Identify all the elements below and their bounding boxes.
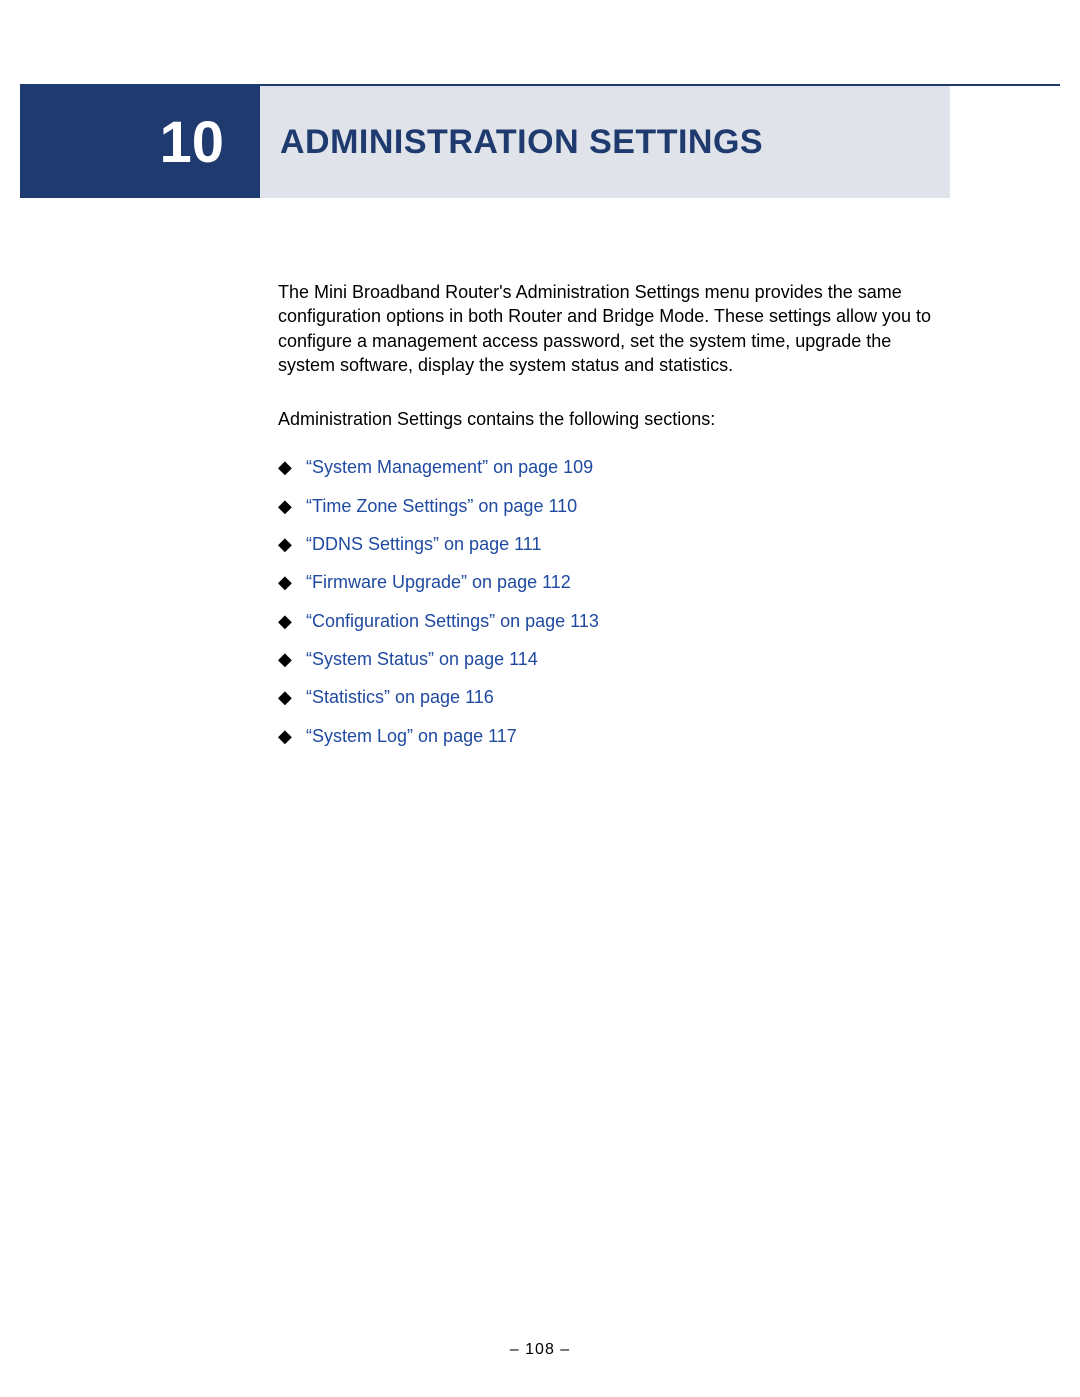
toc-item: ◆ “DDNS Settings” on page 111	[278, 532, 950, 556]
toc-item: ◆ “System Log” on page 117	[278, 724, 950, 748]
diamond-bullet-icon: ◆	[278, 647, 306, 671]
toc-item: ◆ “Configuration Settings” on page 113	[278, 609, 950, 633]
diamond-bullet-icon: ◆	[278, 724, 306, 748]
toc-link-configuration[interactable]: “Configuration Settings” on page 113	[306, 609, 599, 633]
diamond-bullet-icon: ◆	[278, 609, 306, 633]
diamond-bullet-icon: ◆	[278, 570, 306, 594]
body-text: The Mini Broadband Router's Administrati…	[278, 280, 950, 748]
toc-item: ◆ “Firmware Upgrade” on page 112	[278, 570, 950, 594]
diamond-bullet-icon: ◆	[278, 685, 306, 709]
diamond-bullet-icon: ◆	[278, 532, 306, 556]
toc-link-system-log[interactable]: “System Log” on page 117	[306, 724, 517, 748]
page-number: – 108 –	[0, 1341, 1080, 1359]
diamond-bullet-icon: ◆	[278, 455, 306, 479]
toc-link-firmware-upgrade[interactable]: “Firmware Upgrade” on page 112	[306, 570, 571, 594]
toc-link-statistics[interactable]: “Statistics” on page 116	[306, 685, 494, 709]
toc-item: ◆ “System Management” on page 109	[278, 455, 950, 479]
toc-link-time-zone[interactable]: “Time Zone Settings” on page 110	[306, 494, 577, 518]
toc-list: ◆ “System Management” on page 109 ◆ “Tim…	[278, 455, 950, 747]
toc-link-system-status[interactable]: “System Status” on page 114	[306, 647, 538, 671]
toc-item: ◆ “Time Zone Settings” on page 110	[278, 494, 950, 518]
toc-item: ◆ “System Status” on page 114	[278, 647, 950, 671]
chapter-number: 10	[20, 86, 260, 198]
toc-item: ◆ “Statistics” on page 116	[278, 685, 950, 709]
intro-paragraph: The Mini Broadband Router's Administrati…	[278, 280, 950, 377]
toc-link-ddns[interactable]: “DDNS Settings” on page 111	[306, 532, 541, 556]
document-page: 10 ADMINISTRATION SETTINGS The Mini Broa…	[0, 0, 1080, 1397]
diamond-bullet-icon: ◆	[278, 494, 306, 518]
toc-link-system-management[interactable]: “System Management” on page 109	[306, 455, 593, 479]
chapter-title: ADMINISTRATION SETTINGS	[280, 86, 763, 198]
chapter-title-text: ADMINISTRATION SETTINGS	[280, 123, 763, 162]
sections-lead: Administration Settings contains the fol…	[278, 407, 950, 431]
